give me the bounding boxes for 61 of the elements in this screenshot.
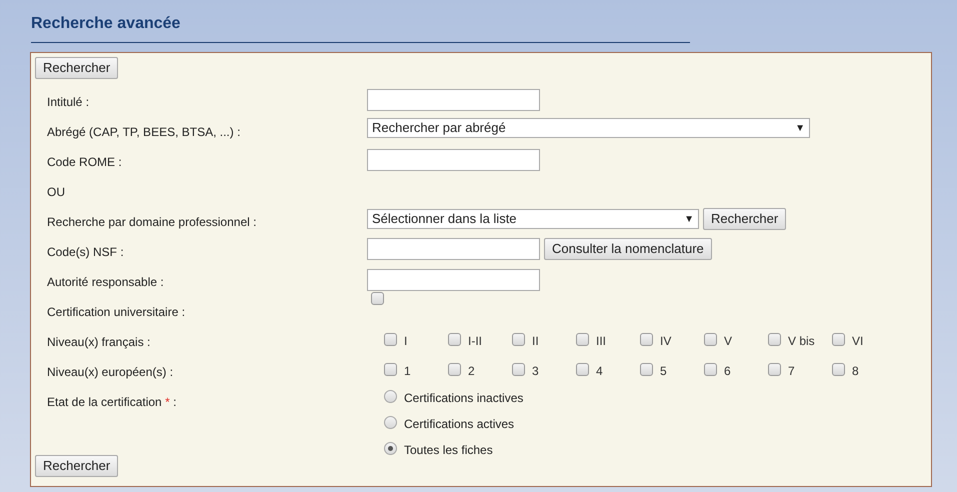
search-button[interactable]: Rechercher (703, 208, 786, 230)
checkbox[interactable] (576, 332, 589, 346)
checkbox[interactable] (384, 332, 397, 346)
option-label: I (404, 333, 408, 350)
text-field[interactable] (367, 89, 540, 111)
select-field[interactable]: Sélectionner dans la liste ▼ (367, 209, 699, 229)
text-field[interactable] (367, 149, 540, 171)
checkbox[interactable] (704, 332, 717, 346)
separator-label: OU (47, 185, 65, 199)
option-label: Certifications actives (404, 416, 514, 433)
option-label: 2 (468, 363, 475, 380)
field-label: Niveau(x) européen(s) : (47, 365, 174, 379)
field-label: Etat de la certification * : (47, 395, 176, 409)
text-field[interactable] (367, 269, 540, 291)
option-label: 4 (596, 363, 603, 380)
field-label: Abrégé (CAP, TP, BEES, BTSA, ...) : (47, 125, 240, 139)
radio-button[interactable] (384, 390, 397, 403)
option-label: 3 (532, 363, 539, 380)
select-field[interactable]: Rechercher par abrégé ▼ (367, 118, 810, 138)
checkbox[interactable] (448, 362, 461, 376)
radio-button[interactable] (384, 442, 397, 455)
checkbox[interactable] (768, 332, 781, 346)
field-label: Recherche par domaine professionnel : (47, 215, 256, 229)
checkbox[interactable] (576, 362, 589, 376)
radio-button[interactable] (384, 416, 397, 429)
checkbox[interactable] (384, 362, 397, 376)
option-label: II (532, 333, 539, 350)
checkbox[interactable] (832, 332, 845, 346)
option-label: V bis (788, 333, 815, 350)
option-label: VI (852, 333, 864, 350)
option-label: III (596, 333, 606, 350)
page-title: Recherche avancée (31, 12, 690, 43)
checkbox[interactable] (640, 332, 653, 346)
option-label: 1 (404, 363, 411, 380)
field-label: Code(s) NSF : (47, 245, 124, 259)
field-label: Intitulé : (47, 95, 90, 109)
field-label: Certification universitaire : (47, 305, 186, 319)
checkbox[interactable] (448, 332, 461, 346)
option-label: I-II (468, 333, 482, 350)
option-label: V (724, 333, 732, 350)
checkbox[interactable] (640, 362, 653, 376)
text-field[interactable] (367, 238, 540, 260)
option-label: 7 (788, 363, 795, 380)
option-label: Certifications inactives (404, 390, 524, 407)
option-label: Toutes les fiches (404, 442, 493, 459)
option-label: 6 (724, 363, 731, 380)
search-button[interactable]: Rechercher (35, 56, 118, 79)
field-label: Code ROME : (47, 155, 122, 169)
checkbox[interactable] (371, 292, 384, 305)
checkbox[interactable] (512, 362, 525, 376)
field-label: Autorité responsable : (47, 275, 164, 289)
checkbox[interactable] (704, 362, 717, 376)
option-label: IV (660, 333, 672, 350)
option-label: 5 (660, 363, 667, 380)
browse-button[interactable]: Consulter la nomenclature (544, 238, 712, 260)
checkbox[interactable] (512, 332, 525, 346)
option-label: 8 (852, 363, 859, 380)
checkbox[interactable] (768, 362, 781, 376)
field-label: Niveau(x) français : (47, 335, 150, 349)
checkbox[interactable] (832, 362, 845, 376)
search-button[interactable]: Rechercher (35, 454, 118, 477)
